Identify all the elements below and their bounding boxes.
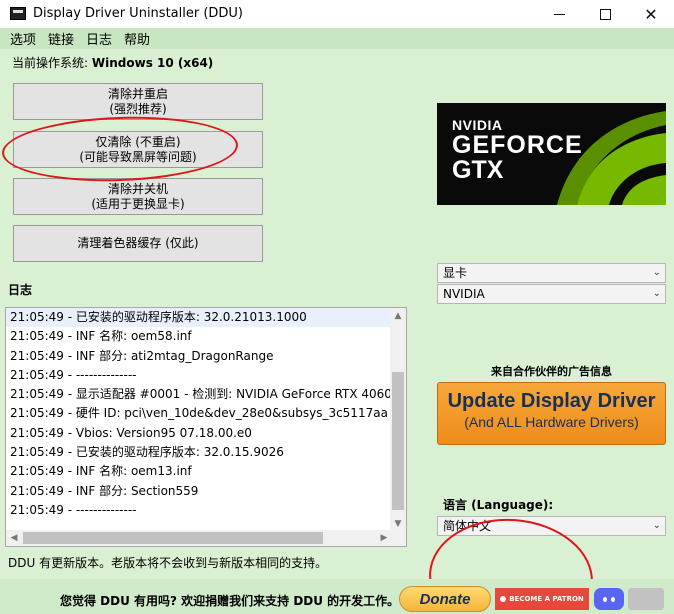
- log-line: 21:05:49 - 硬件 ID: pci\ven_10de&dev_28e0&…: [10, 406, 388, 421]
- log-line: 21:05:49 - 显示适配器 #0001 - 检测到: NVIDIA GeF…: [10, 387, 392, 402]
- maximize-icon: [599, 8, 611, 20]
- menu-options[interactable]: 选项: [4, 29, 42, 48]
- button-line1: 清除并关机: [107, 181, 168, 196]
- menu-log[interactable]: 日志: [80, 29, 118, 48]
- discord-icon[interactable]: [594, 588, 624, 610]
- support-text: 您觉得 DDU 有用吗? 欢迎捐赠我们来支持 DDU 的开发工作。: [60, 594, 400, 608]
- title-bar: Display Driver Uninstaller (DDU) ✕: [0, 0, 674, 28]
- button-line1: 清除并重启: [107, 86, 168, 101]
- ad-title: Update Display Driver: [447, 390, 656, 412]
- device-type-select[interactable]: 显卡 ⌄: [437, 263, 666, 283]
- menu-bar: 选项 链接 日志 帮助: [0, 28, 674, 49]
- minimize-icon: [553, 13, 565, 15]
- log-line: 21:05:49 - INF 名称: oem58.inf: [10, 329, 192, 344]
- scroll-thumb[interactable]: [392, 372, 404, 510]
- language-select[interactable]: 简体中文 ⌄: [437, 516, 666, 536]
- device-type-value: 显卡: [443, 266, 468, 280]
- log-box[interactable]: 21:05:49 - 已安装的驱动程序版本: 32.0.21013.1000 21…: [5, 307, 407, 547]
- language-value: 简体中文: [443, 519, 492, 533]
- menu-help[interactable]: 帮助: [118, 29, 156, 48]
- button-line1: 清理着色器缓存 (仅此): [77, 236, 199, 250]
- clean-no-restart-button[interactable]: 仅清除 (不重启) (可能导致黑屏等问题): [13, 131, 263, 168]
- update-driver-ad[interactable]: Update Display Driver (And ALL Hardware …: [437, 382, 666, 445]
- chevron-down-icon: ⌄: [652, 288, 661, 299]
- language-label: 语言 (Language):: [443, 498, 554, 512]
- social-icon[interactable]: [628, 588, 664, 610]
- vendor-value: NVIDIA: [443, 287, 485, 301]
- logo-line1: GEFORCE: [452, 131, 583, 159]
- scroll-left-icon[interactable]: ◀: [6, 530, 22, 546]
- vendor-select[interactable]: NVIDIA ⌄: [437, 284, 666, 304]
- os-label: 当前操作系统:: [12, 56, 89, 70]
- menu-links[interactable]: 链接: [42, 29, 80, 48]
- button-line2: (可能导致黑屏等问题): [79, 149, 197, 164]
- main-panel: 当前操作系统: Windows 10 (x64) 清除并重启 (强烈推荐) 仅清…: [0, 49, 674, 614]
- log-label: 日志: [8, 283, 33, 297]
- app-icon: [10, 7, 26, 20]
- scroll-thumb[interactable]: [23, 532, 323, 544]
- maximize-button[interactable]: [582, 0, 628, 28]
- support-bar: 您觉得 DDU 有用吗? 欢迎捐赠我们来支持 DDU 的开发工作。 Donate…: [0, 579, 674, 614]
- clean-and-shutdown-button[interactable]: 清除并关机 (适用于更换显卡): [13, 178, 263, 215]
- os-value: Windows 10 (x64): [91, 56, 214, 70]
- scroll-corner: [390, 530, 406, 546]
- close-icon: ✕: [644, 4, 658, 24]
- button-line1: 仅清除 (不重启): [95, 134, 181, 149]
- patreon-label: BECOME A PATRON: [509, 595, 584, 603]
- log-line: 21:05:49 - INF 名称: oem13.inf: [10, 464, 192, 479]
- clear-shader-cache-button[interactable]: 清理着色器缓存 (仅此): [13, 225, 263, 262]
- chevron-down-icon: ⌄: [652, 520, 661, 531]
- chevron-down-icon: ⌄: [652, 267, 661, 278]
- patreon-button[interactable]: BECOME A PATRON: [495, 588, 589, 610]
- button-line2: (强烈推荐): [109, 101, 167, 116]
- log-line: 21:05:49 - 已安装的驱动程序版本: 32.0.15.9026: [10, 445, 284, 460]
- log-vertical-scrollbar[interactable]: ▲ ▼: [390, 308, 406, 532]
- button-line2: (适用于更换显卡): [91, 196, 185, 211]
- clean-and-restart-button[interactable]: 清除并重启 (强烈推荐): [13, 83, 263, 120]
- patreon-icon: [500, 596, 507, 602]
- os-info: 当前操作系统: Windows 10 (x64): [12, 54, 213, 71]
- log-line: 21:05:49 - --------------: [10, 367, 137, 382]
- log-line: 21:05:49 - INF 部分: ati2mtag_DragonRange: [10, 348, 274, 363]
- logo-text: NVIDIA GEFORCE GTX: [452, 117, 583, 183]
- update-notice: DDU 有更新版本。老版本将不会收到与新版本相同的支持。: [8, 556, 328, 570]
- log-lines: 21:05:49 - 已安装的驱动程序版本: 32.0.21013.1000 21…: [6, 308, 392, 532]
- ad-subtitle: (And ALL Hardware Drivers): [464, 414, 639, 430]
- log-horizontal-scrollbar[interactable]: ◀ ▶: [6, 530, 392, 546]
- log-line: 21:05:49 - Vbios: Version95 07.18.00.e0: [10, 425, 252, 440]
- log-line: 21:05:49 - 已安装的驱动程序版本: 32.0.21013.1000: [6, 308, 392, 328]
- close-button[interactable]: ✕: [628, 0, 674, 28]
- geforce-gtx-logo: NVIDIA GEFORCE GTX: [437, 103, 666, 205]
- scroll-up-icon[interactable]: ▲: [390, 308, 406, 324]
- log-line: 21:05:49 - --------------: [10, 502, 137, 517]
- window-title: Display Driver Uninstaller (DDU): [33, 6, 244, 21]
- minimize-button[interactable]: [536, 0, 582, 28]
- donate-button[interactable]: Donate: [399, 586, 491, 612]
- ad-label: 来自合作伙伴的广告信息: [491, 365, 612, 378]
- log-line: 21:05:49 - INF 部分: Section559: [10, 483, 199, 498]
- logo-line2: GTX: [452, 156, 504, 184]
